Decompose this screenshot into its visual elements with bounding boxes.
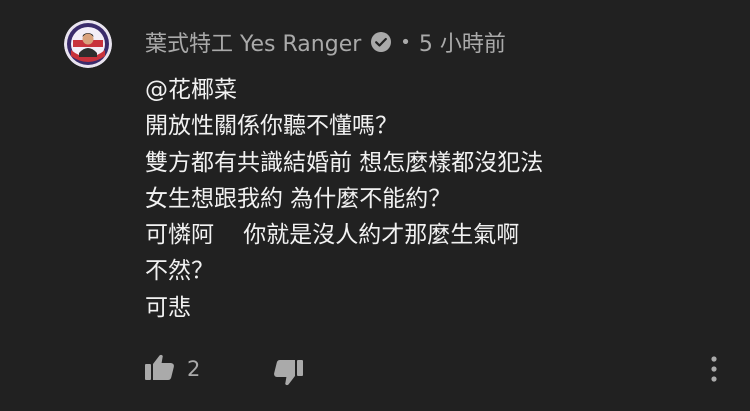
like-count: 2 xyxy=(187,357,201,381)
header-separator: • xyxy=(400,31,411,53)
author-avatar[interactable] xyxy=(64,20,112,68)
comment-actions: 2 xyxy=(0,350,750,390)
more-options-button[interactable] xyxy=(702,353,726,385)
dislike-button[interactable] xyxy=(272,358,304,390)
comment-line: 可憐阿 你就是沒人約才那麼生氣啊 xyxy=(145,222,520,249)
comment-line: 可悲 xyxy=(145,294,191,321)
comment-line: @花椰菜 xyxy=(145,77,237,103)
avatar-image xyxy=(64,20,112,68)
comment-line: 不然？ xyxy=(145,258,214,285)
author-name[interactable]: 葉式特工 Yes Ranger xyxy=(145,26,361,58)
comment-header: 葉式特工 Yes Ranger • 5 小時前 xyxy=(145,26,506,58)
verified-check-icon xyxy=(370,31,392,53)
comment-line: 雙方都有共識結婚前 想怎麼樣都沒犯法 xyxy=(145,149,544,176)
comment-line: 開放性關係你聽不懂嗎？ xyxy=(145,113,398,140)
comment-timestamp[interactable]: 5 小時前 xyxy=(419,26,506,58)
thumbs-up-icon xyxy=(145,354,174,380)
comment-line: 女生想跟我約 為什麼不能約？ xyxy=(145,185,452,212)
like-button[interactable] xyxy=(144,352,176,384)
comment-card: 葉式特工 Yes Ranger • 5 小時前 @花椰菜 開放性關係你聽不懂嗎？… xyxy=(0,0,750,411)
more-vertical-icon xyxy=(711,356,717,382)
thumbs-down-icon xyxy=(274,360,303,386)
comment-text: @花椰菜 開放性關係你聽不懂嗎？ 雙方都有共識結婚前 想怎麼樣都沒犯法 女生想跟… xyxy=(145,72,543,326)
